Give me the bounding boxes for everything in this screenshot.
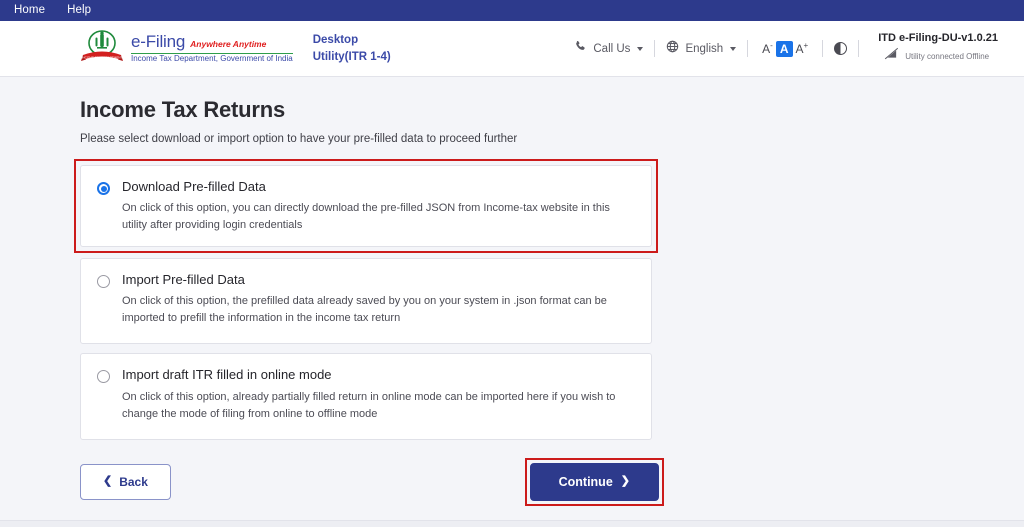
radio-import-draft-itr[interactable] xyxy=(97,370,110,383)
chevron-left-icon: ❮ xyxy=(103,476,112,487)
brand-name: e-Filing xyxy=(131,33,185,51)
option-description: On click of this option, you can directl… xyxy=(122,200,632,234)
brand-department: Income Tax Department, Government of Ind… xyxy=(131,53,293,64)
main-content: Income Tax Returns Please select downloa… xyxy=(0,97,1024,527)
app-mode-line2: Utility(ITR 1-4) xyxy=(313,49,391,66)
version-block: ITD e-Filing-DU-v1.0.21 Utility connecte… xyxy=(878,32,998,65)
connection-status: Utility connected Offline xyxy=(878,47,989,65)
divider xyxy=(858,40,859,57)
language-selector[interactable]: English xyxy=(666,40,736,58)
option-download-prefilled-data[interactable]: Download Pre-filled Data On click of thi… xyxy=(80,165,652,247)
nav-item-help[interactable]: Help xyxy=(67,0,91,21)
app-mode-line1: Desktop xyxy=(313,32,391,49)
option-body: Download Pre-filled Data On click of thi… xyxy=(122,180,635,230)
brand-logo[interactable]: INCOME TAX DEPARTMENT e-Filing Anywhere … xyxy=(80,30,293,68)
page-title: Income Tax Returns xyxy=(80,97,1024,123)
option-label: Import draft ITR filled in online mode xyxy=(122,368,635,382)
font-size-normal-button[interactable]: A xyxy=(776,41,793,57)
version-title: ITD e-Filing-DU-v1.0.21 xyxy=(878,32,998,44)
font-size-increase-button[interactable]: A+ xyxy=(793,40,812,57)
brand-text: e-Filing Anywhere Anytime Income Tax Dep… xyxy=(131,33,293,63)
language-label: English xyxy=(685,43,723,55)
option-import-prefilled-data[interactable]: Import Pre-filled Data On click of this … xyxy=(80,258,652,344)
svg-text:INCOME TAX DEPARTMENT: INCOME TAX DEPARTMENT xyxy=(82,55,123,59)
font-size-decrease-button[interactable]: A- xyxy=(759,40,776,57)
options-list: Download Pre-filled Data On click of thi… xyxy=(80,159,652,440)
divider xyxy=(822,40,823,57)
app-mode-label[interactable]: Desktop Utility(ITR 1-4) xyxy=(313,32,391,65)
globe-icon xyxy=(666,40,679,58)
option-description: On click of this option, already partial… xyxy=(122,389,632,423)
india-emblem-icon: INCOME TAX DEPARTMENT xyxy=(80,30,124,68)
call-us-button[interactable]: Call Us xyxy=(574,40,643,58)
page-footer: Copyright ® Income Tax Department, Minis… xyxy=(0,520,1024,527)
contrast-icon[interactable] xyxy=(834,42,847,55)
call-us-label: Call Us xyxy=(593,43,630,55)
radio-import-prefilled-data[interactable] xyxy=(97,275,110,288)
option-label: Import Pre-filled Data xyxy=(122,273,635,287)
action-bar: ❮ Back Continue ❯ xyxy=(80,458,664,506)
radio-download-prefilled-data[interactable] xyxy=(97,182,110,195)
option-description: On click of this option, the prefilled d… xyxy=(122,293,632,327)
app-header: INCOME TAX DEPARTMENT e-Filing Anywhere … xyxy=(0,21,1024,77)
back-button-label: Back xyxy=(119,475,148,489)
option-body: Import draft ITR filled in online mode O… xyxy=(122,368,635,422)
option-label: Download Pre-filled Data xyxy=(122,180,635,194)
page-subtitle: Please select download or import option … xyxy=(80,133,1024,145)
signal-off-icon xyxy=(884,47,899,65)
option-highlight-frame: Download Pre-filled Data On click of thi… xyxy=(74,159,658,253)
option-import-draft-itr[interactable]: Import draft ITR filled in online mode O… xyxy=(80,353,652,439)
option-body: Import Pre-filled Data On click of this … xyxy=(122,273,635,327)
connection-status-text: Utility connected Offline xyxy=(905,52,989,61)
divider xyxy=(747,40,748,57)
chevron-right-icon: ❯ xyxy=(621,476,630,487)
option-frame: Import Pre-filled Data On click of this … xyxy=(80,258,652,344)
option-frame: Import draft ITR filled in online mode O… xyxy=(80,353,652,439)
chevron-down-icon xyxy=(637,47,643,51)
continue-highlight-frame: Continue ❯ xyxy=(525,458,664,506)
back-button[interactable]: ❮ Back xyxy=(80,464,171,500)
top-navbar: Home Help xyxy=(0,0,1024,21)
header-right-tools: Call Us English A- A A+ xyxy=(574,21,1024,76)
brand-tagline: Anywhere Anytime xyxy=(190,40,266,49)
phone-icon xyxy=(574,40,587,58)
nav-item-home[interactable]: Home xyxy=(14,0,45,21)
chevron-down-icon xyxy=(730,47,736,51)
divider xyxy=(654,40,655,57)
continue-button-label: Continue xyxy=(559,475,613,489)
continue-button[interactable]: Continue ❯ xyxy=(530,463,659,501)
